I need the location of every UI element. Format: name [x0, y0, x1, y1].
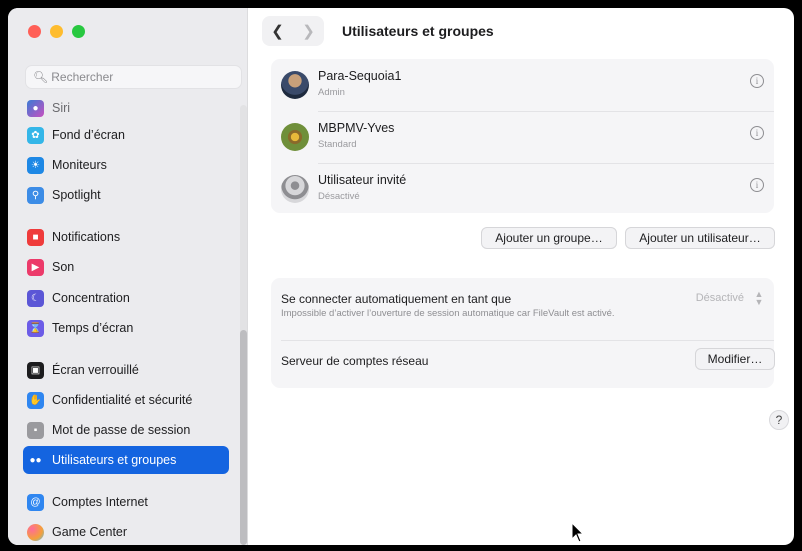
- main-content: Para-Sequoia1 Admin i MBPMV-Yves Standar…: [248, 54, 794, 545]
- users-list-card: Para-Sequoia1 Admin i MBPMV-Yves Standar…: [271, 59, 774, 213]
- sidebar: 🔍︎ ● Siri ✿ Fond d’écran ☀ Moniteurs ⚲ S…: [8, 8, 248, 545]
- autologin-description: Impossible d’activer l’ouverture de sess…: [281, 308, 615, 319]
- user-row[interactable]: MBPMV-Yves Standard i: [271, 111, 774, 163]
- sidebar-item-password[interactable]: ▪ Mot de passe de session: [23, 416, 229, 444]
- help-button[interactable]: ?: [769, 410, 789, 430]
- sidebar-item-label: Confidentialité et sécurité: [52, 393, 193, 407]
- sidebar-item-lock-screen[interactable]: ▣ Écran verrouillé: [23, 356, 229, 384]
- forward-icon[interactable]: ❯: [302, 22, 315, 40]
- sidebar-item-siri[interactable]: ● Siri: [23, 94, 229, 122]
- sidebar-item-label: Comptes Internet: [52, 495, 148, 509]
- divider: [281, 340, 774, 341]
- sidebar-item-users-groups[interactable]: ●● Utilisateurs et groupes: [23, 446, 229, 474]
- search-field[interactable]: 🔍︎: [25, 65, 242, 89]
- autologin-label: Se connecter automatiquement en tant que: [281, 292, 512, 306]
- search-input[interactable]: [51, 70, 232, 84]
- network-server-label: Serveur de comptes réseau: [281, 354, 429, 368]
- sidebar-item-label: Fond d’écran: [52, 128, 125, 142]
- user-row[interactable]: Utilisateur invité Désactivé i: [271, 163, 774, 215]
- privacy-hand-icon: ✋: [27, 391, 44, 409]
- wallpaper-icon: ✿: [27, 126, 44, 144]
- close-window-button[interactable]: [28, 25, 41, 38]
- sidebar-item-focus[interactable]: ☾ Concentration: [23, 284, 229, 312]
- game-center-icon: [27, 523, 44, 541]
- sidebar-item-label: Game Center: [52, 525, 128, 539]
- sidebar-item-screen-time[interactable]: ⌛ Temps d’écran: [23, 314, 229, 342]
- zoom-window-button[interactable]: [72, 25, 85, 38]
- sidebar-item-spotlight[interactable]: ⚲ Spotlight: [23, 181, 229, 209]
- info-icon[interactable]: i: [750, 126, 764, 140]
- back-icon[interactable]: ❮: [271, 22, 284, 40]
- lock-screen-icon: ▣: [27, 361, 44, 379]
- at-icon: @: [27, 493, 44, 511]
- user-role: Désactivé: [318, 191, 360, 202]
- mouse-cursor-icon: [571, 522, 585, 543]
- sidebar-item-label: Mot de passe de session: [52, 423, 191, 437]
- focus-icon: ☾: [27, 289, 44, 307]
- info-icon[interactable]: i: [750, 178, 764, 192]
- password-icon: ▪: [27, 421, 44, 439]
- add-user-button[interactable]: Ajouter un utilisateur…: [625, 227, 775, 249]
- sidebar-item-label: Son: [52, 260, 75, 274]
- sidebar-item-label: Moniteurs: [52, 158, 107, 172]
- notifications-icon: ■: [27, 228, 44, 246]
- sidebar-item-label: Spotlight: [52, 188, 101, 202]
- page-title: Utilisateurs et groupes: [342, 23, 494, 39]
- user-name: Para-Sequoia1: [318, 69, 402, 83]
- settings-window: 🔍︎ ● Siri ✿ Fond d’écran ☀ Moniteurs ⚲ S…: [8, 8, 794, 545]
- sidebar-item-label: Siri: [52, 101, 71, 115]
- search-icon: 🔍︎: [33, 70, 49, 84]
- screen-time-icon: ⌛: [27, 319, 44, 337]
- sound-icon: ▶: [27, 258, 44, 276]
- toolbar: ❮ ❯ Utilisateurs et groupes: [248, 8, 794, 54]
- users-icon: ●●: [27, 451, 44, 469]
- info-icon[interactable]: i: [750, 74, 764, 88]
- user-role: Admin: [318, 87, 345, 98]
- sidebar-item-label: Écran verrouillé: [52, 363, 139, 377]
- autologin-select[interactable]: Désactivé: [696, 292, 744, 304]
- spotlight-icon: ⚲: [27, 186, 44, 204]
- sidebar-item-label: Temps d’écran: [52, 321, 134, 335]
- navigation-buttons: ❮ ❯: [262, 16, 324, 46]
- modify-button[interactable]: Modifier…: [695, 348, 775, 370]
- sidebar-item-label: Concentration: [52, 291, 130, 305]
- login-options-card: Se connecter automatiquement en tant que…: [271, 278, 775, 388]
- user-name: Utilisateur invité: [318, 173, 407, 187]
- sidebar-item-internet-accounts[interactable]: @ Comptes Internet: [23, 488, 229, 516]
- avatar: [281, 123, 309, 151]
- user-role: Standard: [318, 139, 357, 150]
- avatar: [281, 71, 309, 99]
- sidebar-scrollbar-thumb[interactable]: [240, 330, 247, 545]
- sidebar-item-label: Notifications: [52, 230, 121, 244]
- sidebar-item-game-center[interactable]: Game Center: [23, 518, 229, 545]
- user-row[interactable]: Para-Sequoia1 Admin i: [271, 59, 774, 111]
- window-controls: [28, 25, 85, 38]
- minimize-window-button[interactable]: [50, 25, 63, 38]
- chevron-up-down-icon[interactable]: ▲ ▼: [752, 290, 766, 307]
- sidebar-item-privacy[interactable]: ✋ Confidentialité et sécurité: [23, 386, 229, 414]
- siri-icon: ●: [27, 99, 44, 117]
- guest-avatar: [281, 175, 309, 203]
- add-group-button[interactable]: Ajouter un groupe…: [481, 227, 617, 249]
- sidebar-item-label: Utilisateurs et groupes: [52, 453, 177, 467]
- sidebar-item-sound[interactable]: ▶ Son: [23, 253, 229, 281]
- sidebar-item-displays[interactable]: ☀ Moniteurs: [23, 151, 229, 179]
- display-icon: ☀: [27, 156, 44, 174]
- user-name: MBPMV-Yves: [318, 121, 395, 135]
- sidebar-item-notifications[interactable]: ■ Notifications: [23, 223, 229, 251]
- sidebar-item-wallpaper[interactable]: ✿ Fond d’écran: [23, 121, 229, 149]
